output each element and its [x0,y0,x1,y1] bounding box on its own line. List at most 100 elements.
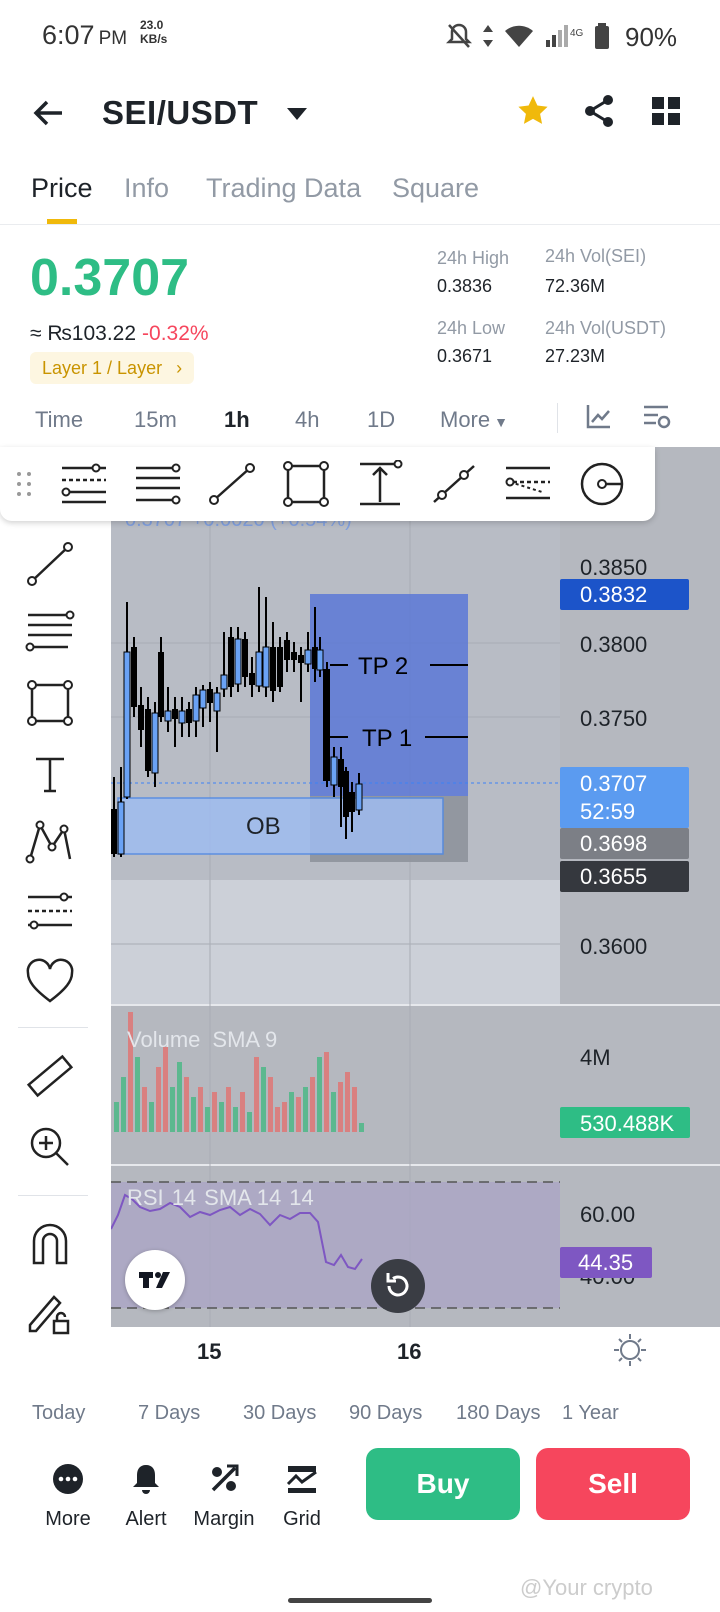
price-axis-2: 0.3750 [580,706,647,731]
x-axis-label-0: 15 [197,1339,221,1364]
low-value: 0.3671 [437,346,493,366]
rsi-axis-top: 60.00 [580,1202,635,1227]
interval-more[interactable]: More ▼ [440,407,508,433]
ruler-icon[interactable] [24,1051,76,1101]
battery-icon [595,23,609,49]
volume-axis: 4M [580,1045,611,1070]
interval-4h[interactable]: 4h [295,407,319,433]
pitchfork-tool-icon[interactable] [58,460,110,508]
sell-button[interactable]: Sell [536,1448,690,1520]
heart-icon[interactable] [24,957,76,1007]
chevron-right-icon: › [176,358,183,378]
zoom-in-icon[interactable] [24,1121,76,1171]
indicator-icon[interactable] [586,403,612,429]
interval-bar: Time 15m 1h 4h 1D More ▼ [0,395,720,445]
section-tabs: Price Info Trading Data Square [0,165,720,225]
trendline-tool-icon[interactable] [24,539,76,589]
range-1y[interactable]: 1 Year [562,1402,619,1425]
range-180d[interactable]: 180 Days [456,1402,541,1425]
svg-text:4G: 4G [570,28,584,39]
refresh-icon [386,1273,409,1297]
home-indicator[interactable] [288,1598,432,1603]
fib-extension-tool-icon[interactable] [502,460,554,508]
tab-trading-data[interactable]: Trading Data [206,173,361,204]
price-axis-1: 0.3800 [580,632,647,657]
cycle-tool-icon[interactable] [576,460,628,508]
last-price: 0.3707 [30,249,190,307]
tradingview-logo[interactable] [125,1250,185,1310]
range-7d[interactable]: 7 Days [138,1402,200,1425]
price-tag-3: 0.3655 [580,864,647,889]
share-icon[interactable] [583,94,615,128]
interval-time[interactable]: Time [35,407,83,433]
wifi-icon [505,25,533,47]
more-button[interactable]: More [28,1458,108,1530]
chart-area[interactable]: 0.3707 +0.0020 (+0.54%) OB TP 2 TP 1 [0,447,720,1382]
tab-price[interactable]: Price [31,173,93,204]
chevron-down-icon[interactable] [287,108,307,120]
margin-button[interactable]: Margin [184,1458,264,1530]
parallel-channel-tool-icon[interactable] [132,460,184,508]
interval-1d[interactable]: 1D [367,407,395,433]
signal-icon: 4G [546,25,584,47]
range-90d[interactable]: 90 Days [349,1402,422,1425]
category-tag[interactable]: Layer 1 / Layer › [30,352,195,384]
projection-tool-icon[interactable] [24,887,76,937]
percent-icon [211,1464,239,1492]
status-bar: 6:07 PM 23.0 KB/s 4G 90% [0,0,720,72]
range-today[interactable]: Today [32,1402,85,1425]
vol-quote-label: 24h Vol(USDT) [545,318,667,338]
chart-settings-icon[interactable] [642,403,672,431]
range-30d[interactable]: 30 Days [243,1402,316,1425]
high-value: 0.3836 [437,276,493,296]
price-tag-2: 0.3698 [580,831,647,856]
tab-square[interactable]: Square [392,173,479,204]
candle-countdown: 52:59 [580,799,635,824]
pair-selector[interactable]: SEI/USDT [102,94,258,132]
star-icon[interactable] [516,94,550,128]
caret-down-icon: ▼ [494,414,508,430]
buy-button[interactable]: Buy [366,1448,520,1520]
last-price-tag: 0.3707 [580,771,647,796]
grid-icon[interactable] [652,97,680,125]
magnet-icon[interactable] [24,1219,76,1269]
watermark: @Your crypto [520,1575,653,1600]
line-tool-icon[interactable] [206,460,258,508]
lock-drawings-icon[interactable] [24,1289,76,1339]
rect-tool-icon[interactable] [280,460,332,508]
pattern-tool-icon[interactable] [24,817,76,867]
price-range-tool-icon[interactable] [354,460,406,508]
mute-icon [446,23,472,48]
tp1-label: TP 1 [362,725,412,752]
status-time: 6:07 PM [42,20,128,50]
vol-base-value: 72.36M [545,276,606,296]
bottom-action-bar: More Alert Margin Grid Buy Sell [0,1448,720,1568]
floating-drawing-toolbar [0,447,655,521]
tab-info[interactable]: Info [124,173,169,204]
rectangle-tool-icon[interactable] [24,679,76,729]
ray-tool-icon[interactable] [428,460,480,508]
more-dots-icon [53,1464,83,1494]
toolbar-divider [18,1027,88,1028]
system-icons: 4G [446,20,610,52]
drag-handle-icon[interactable] [12,460,36,508]
interval-1h[interactable]: 1h [224,407,250,433]
back-arrow-icon[interactable] [32,96,66,130]
grid-bot-button[interactable]: Grid [262,1458,342,1530]
app-header: SEI/USDT [0,80,720,150]
reset-chart-button[interactable] [371,1259,425,1313]
high-label: 24h High [437,248,510,268]
volume-last-tag: 530.488K [580,1111,675,1136]
interval-divider [557,403,558,433]
text-tool-icon[interactable] [24,749,76,799]
interval-15m[interactable]: 15m [134,407,177,433]
price-axis-3: 0.3600 [580,934,647,959]
network-speed: 23.0 KB/s [140,18,168,46]
x-axis-label-1: 16 [397,1339,421,1364]
fib-tool-icon[interactable] [24,607,76,657]
battery-percent: 90% [625,22,678,52]
drawing-toolbar [0,447,111,1382]
alert-button[interactable]: Alert [106,1458,186,1530]
bell-icon [133,1465,159,1494]
ob-label: OB [246,813,281,840]
